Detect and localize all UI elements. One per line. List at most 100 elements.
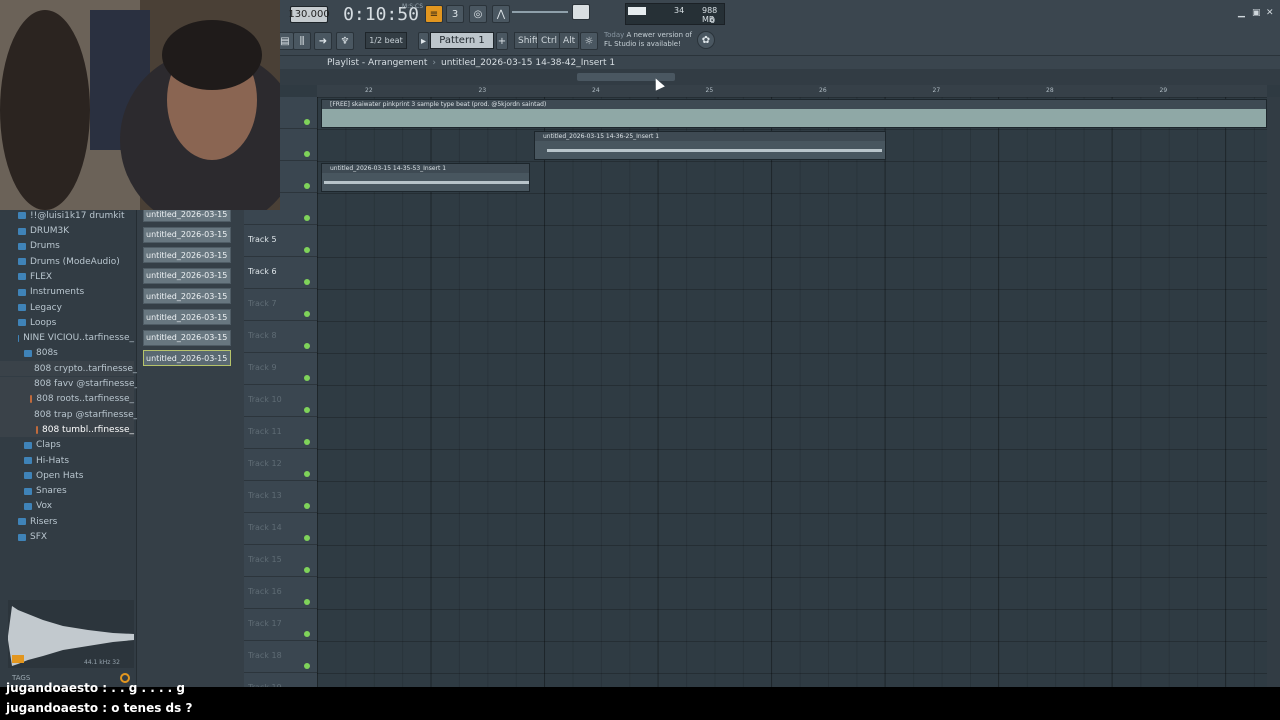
track-header[interactable]: Track 9: [244, 353, 317, 385]
add-pattern-button[interactable]: +: [496, 32, 508, 50]
track-mute-led[interactable]: [304, 599, 310, 605]
browser-folder-item[interactable]: SFX: [0, 530, 134, 545]
browser-file-item[interactable]: 808 roots..tarfinesse_: [0, 391, 134, 407]
track-mute-led[interactable]: [304, 151, 310, 157]
wait-for-input-icon[interactable]: ◎: [469, 5, 487, 23]
track-mute-led[interactable]: [304, 279, 310, 285]
audio-clip[interactable]: untitled_2026-03-15 14-36-25_Insert 1: [534, 131, 886, 160]
track-header[interactable]: Track 12: [244, 449, 317, 481]
browser-folder-item[interactable]: DRUM3K: [0, 224, 134, 239]
track-header[interactable]: Track 10: [244, 385, 317, 417]
track-mute-led[interactable]: [304, 663, 310, 669]
track-mute-led[interactable]: [304, 375, 310, 381]
folder-icon: [18, 319, 26, 327]
track-mute-led[interactable]: [304, 247, 310, 253]
browser-folder-item[interactable]: 808s: [0, 346, 134, 361]
sample-preview-waveform[interactable]: [8, 600, 134, 668]
minimize-icon[interactable]: ▁: [1238, 8, 1245, 18]
track-header[interactable]: Track 11: [244, 417, 317, 449]
news-panel[interactable]: Today A newer version of FL Studio is av…: [604, 31, 692, 49]
pattern-list-item[interactable]: untitled_2026-03-15 14-...: [143, 309, 231, 325]
track-header[interactable]: Track 15: [244, 545, 317, 577]
folder-icon: [18, 288, 26, 296]
mixer-window-icon[interactable]: ⫼: [293, 32, 311, 50]
pattern-list-item[interactable]: untitled_2026-03-15 14-...: [143, 267, 231, 284]
track-header[interactable]: Track 14: [244, 513, 317, 545]
vertical-scrollbar[interactable]: [1267, 97, 1280, 687]
track-header[interactable]: Track 18: [244, 641, 317, 673]
browser-folder-item[interactable]: Loops: [0, 315, 134, 330]
browser-file-item[interactable]: 808 crypto..tarfinesse_: [0, 361, 137, 377]
track-header[interactable]: Track 8: [244, 321, 317, 353]
browser-folder-item[interactable]: !!@luisi1k17 drumkit: [0, 208, 134, 223]
browser-folder-item[interactable]: Drums (ModeAudio): [0, 254, 134, 269]
playlist-toolbar: [244, 69, 1280, 85]
browser-file-item[interactable]: 808 tumbl..rfinesse_: [0, 422, 134, 438]
browser-folder-item[interactable]: Open Hats: [0, 468, 134, 483]
audio-clip[interactable]: untitled_2026-03-15 14-35-53_Insert 1: [321, 163, 530, 192]
close-icon[interactable]: ✕: [1266, 8, 1274, 18]
browser-folder-item[interactable]: Snares: [0, 484, 134, 499]
play-sample-icon[interactable]: [12, 655, 24, 663]
track-mute-led[interactable]: [304, 183, 310, 189]
browser-folder-item[interactable]: Vox: [0, 499, 134, 514]
browser-folder-item[interactable]: Claps: [0, 438, 134, 453]
browser-folder-item[interactable]: NINE VICIOU..tarfinesse_: [0, 331, 134, 346]
track-mute-led[interactable]: [304, 535, 310, 541]
pattern-list-item[interactable]: untitled_2026-03-15 14-...: [143, 288, 231, 305]
pattern-list-item[interactable]: untitled_2026-03-15 14-...: [143, 350, 231, 367]
online-icon[interactable]: ✿: [697, 31, 715, 49]
track-mute-led[interactable]: [304, 311, 310, 317]
track-mute-led[interactable]: [304, 343, 310, 349]
step-edit-icon[interactable]: 3: [446, 5, 464, 23]
track-header[interactable]: Track 5: [244, 225, 317, 257]
browser-folder-item[interactable]: Legacy: [0, 300, 134, 315]
playlist-breadcrumb[interactable]: untitled_2026-03-15 14-38-42_Insert 1: [441, 58, 615, 68]
pattern-selector[interactable]: Pattern 1: [430, 32, 494, 49]
browser-item-label: 808 favv @starfinesse_: [34, 379, 139, 389]
track-mute-led[interactable]: [304, 567, 310, 573]
track-mute-led[interactable]: [304, 631, 310, 637]
browser-item-label: Claps: [36, 440, 61, 451]
browser-file-item[interactable]: 808 trap @starfinesse_: [0, 407, 138, 423]
ctrl-key-button[interactable]: Ctrl: [537, 32, 562, 49]
alt-key-button[interactable]: Alt: [559, 32, 580, 49]
typing-keyboard-icon[interactable]: ≡: [425, 5, 443, 23]
pattern-list-item[interactable]: untitled_2026-03-15 14-...: [143, 247, 231, 264]
snap-selector[interactable]: 1/2 beat: [365, 32, 407, 49]
browser-folder-item[interactable]: Instruments: [0, 285, 134, 300]
tempo-display[interactable]: 130.000: [288, 6, 330, 23]
news-icon[interactable]: ☼: [580, 32, 598, 50]
microphone-icon[interactable]: ♆: [336, 32, 354, 50]
browser-folder-item[interactable]: Drums: [0, 239, 134, 254]
browser-file-item[interactable]: 808 favv @starfinesse_: [0, 376, 139, 392]
browser-folder-item[interactable]: Risers: [0, 514, 134, 529]
arrow-right-icon[interactable]: ➜: [314, 32, 332, 50]
track-mute-led[interactable]: [304, 503, 310, 509]
pattern-list-item[interactable]: untitled_2026-03-15 14-...: [143, 226, 231, 243]
maximize-icon[interactable]: ▣: [1252, 8, 1261, 18]
track-header[interactable]: Track 16: [244, 577, 317, 609]
time-unit-label: M:S:CS: [402, 3, 424, 10]
pattern-list-item[interactable]: untitled_2026-03-15 14-...: [143, 329, 231, 346]
time-ruler[interactable]: 22 23 24 25 26 27 28 29: [317, 85, 1267, 97]
browser-folder-item[interactable]: Hi-Hats: [0, 453, 134, 468]
track-mute-led[interactable]: [304, 119, 310, 125]
track-mute-led[interactable]: [304, 439, 310, 445]
audio-clip[interactable]: [FREE] skaiwater pinkprint 3 sample type…: [321, 99, 1267, 128]
metronome-icon[interactable]: ⋀: [492, 5, 510, 23]
track-mute-led[interactable]: [304, 215, 310, 221]
master-volume-slider[interactable]: [512, 11, 568, 13]
track-header[interactable]: Track 17: [244, 609, 317, 641]
track-header[interactable]: Track 7: [244, 289, 317, 321]
track-mute-led[interactable]: [304, 471, 310, 477]
browser-folder-item[interactable]: FLEX: [0, 269, 134, 284]
master-pitch-icon[interactable]: [572, 4, 590, 20]
browser-item-label: 808s: [36, 348, 58, 359]
track-header[interactable]: Track 6: [244, 257, 317, 289]
track-mute-led[interactable]: [304, 407, 310, 413]
ruler-bar-label: 27: [932, 87, 941, 94]
track-header[interactable]: Track 13: [244, 481, 317, 513]
pattern-prev-icon[interactable]: ▸: [418, 32, 429, 50]
folder-icon: [24, 457, 32, 464]
